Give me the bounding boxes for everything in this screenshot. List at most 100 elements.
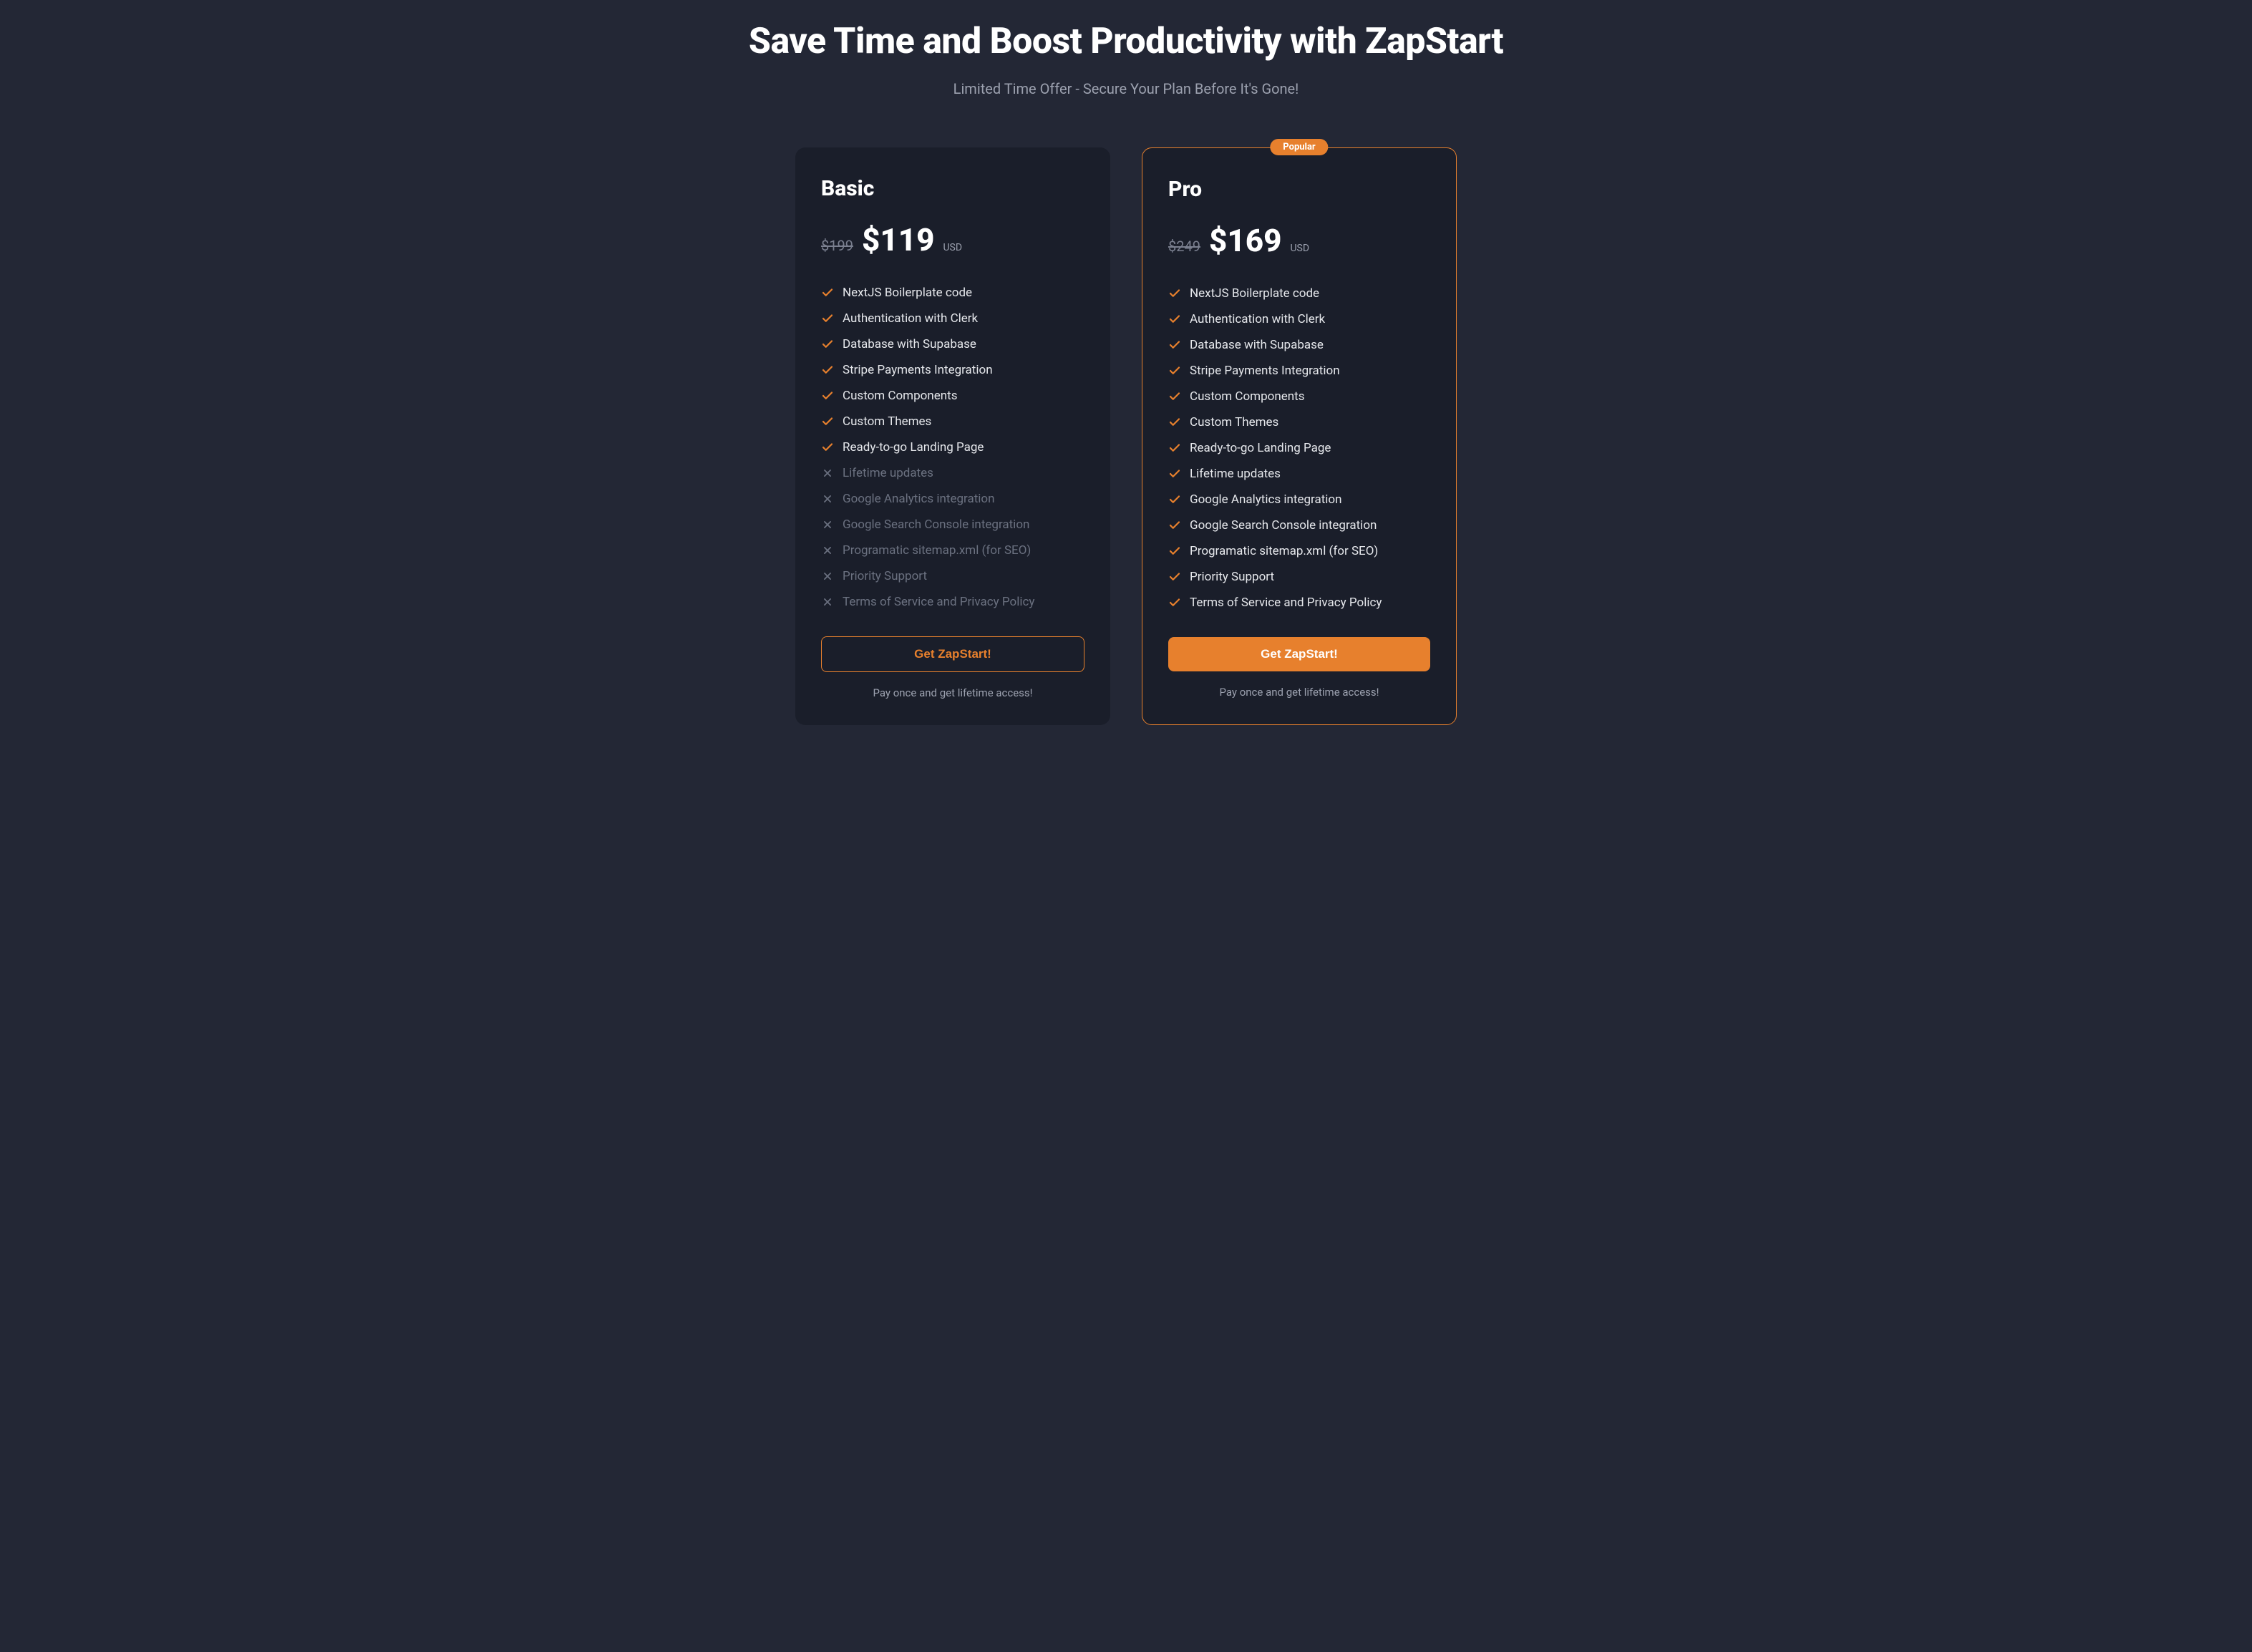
feature-item: Authentication with Clerk xyxy=(821,306,1084,331)
feature-item: Google Analytics integration xyxy=(1168,487,1430,512)
feature-item: Priority Support xyxy=(821,563,1084,589)
feature-item: Database with Supabase xyxy=(1168,332,1430,358)
feature-label: Authentication with Clerk xyxy=(843,311,978,326)
check-icon xyxy=(1168,390,1181,403)
feature-label: Authentication with Clerk xyxy=(1190,312,1325,326)
check-icon xyxy=(821,286,834,299)
x-icon xyxy=(821,596,834,608)
feature-item: Custom Themes xyxy=(821,409,1084,434)
feature-label: Priority Support xyxy=(843,569,927,583)
check-icon xyxy=(1168,364,1181,377)
old-price: $199 xyxy=(821,237,853,254)
old-price: $249 xyxy=(1168,238,1200,255)
feature-item: Terms of Service and Privacy Policy xyxy=(821,589,1084,615)
check-icon xyxy=(1168,570,1181,583)
check-icon xyxy=(1168,416,1181,429)
feature-item: Terms of Service and Privacy Policy xyxy=(1168,590,1430,616)
feature-item: Programatic sitemap.xml (for SEO) xyxy=(1168,538,1430,564)
feature-label: Stripe Payments Integration xyxy=(843,363,993,377)
check-icon xyxy=(821,389,834,402)
price-row: $199 $119 USD xyxy=(821,221,1084,258)
feature-label: Google Analytics integration xyxy=(1190,492,1341,507)
plan-name: Pro xyxy=(1168,177,1430,202)
feature-list: NextJS Boilerplate code Authentication wi… xyxy=(1168,281,1430,616)
feature-item: Google Analytics integration xyxy=(821,486,1084,512)
feature-item: Google Search Console integration xyxy=(1168,512,1430,538)
currency-label: USD xyxy=(943,242,962,253)
feature-item: Programatic sitemap.xml (for SEO) xyxy=(821,538,1084,563)
price: $119 xyxy=(862,221,935,258)
feature-label: Lifetime updates xyxy=(1190,467,1281,481)
feature-item: NextJS Boilerplate code xyxy=(821,280,1084,306)
currency-label: USD xyxy=(1290,243,1309,254)
feature-label: NextJS Boilerplate code xyxy=(1190,286,1319,301)
feature-item: Stripe Payments Integration xyxy=(821,357,1084,383)
feature-item: Custom Themes xyxy=(1168,409,1430,435)
feature-item: Ready-to-go Landing Page xyxy=(821,434,1084,460)
check-icon xyxy=(821,364,834,376)
feature-label: Priority Support xyxy=(1190,570,1274,584)
feature-item: Ready-to-go Landing Page xyxy=(1168,435,1430,461)
pricing-card-basic: Basic $199 $119 USD NextJS Boilerplate code A… xyxy=(795,147,1110,725)
feature-label: Lifetime updates xyxy=(843,466,933,480)
feature-label: Custom Themes xyxy=(1190,415,1278,429)
feature-label: Terms of Service and Privacy Policy xyxy=(1190,596,1382,610)
check-icon xyxy=(1168,313,1181,326)
subheadline: Limited Time Offer - Secure Your Plan Be… xyxy=(732,80,1520,97)
feature-item: Database with Supabase xyxy=(821,331,1084,357)
check-icon xyxy=(821,312,834,325)
feature-label: Ready-to-go Landing Page xyxy=(1190,441,1331,455)
check-icon xyxy=(821,338,834,351)
feature-item: Custom Components xyxy=(821,383,1084,409)
x-icon xyxy=(821,518,834,531)
pricing-cards: Basic $199 $119 USD NextJS Boilerplate code A… xyxy=(732,147,1520,725)
check-icon xyxy=(1168,545,1181,558)
feature-label: Programatic sitemap.xml (for SEO) xyxy=(1190,544,1378,558)
x-icon xyxy=(821,467,834,480)
check-icon xyxy=(1168,596,1181,609)
feature-item: Lifetime updates xyxy=(821,460,1084,486)
feature-item: Lifetime updates xyxy=(1168,461,1430,487)
check-icon xyxy=(821,415,834,428)
price-row: $249 $169 USD xyxy=(1168,222,1430,259)
check-icon xyxy=(821,441,834,454)
plan-name: Basic xyxy=(821,176,1084,201)
feature-label: Database with Supabase xyxy=(843,337,976,351)
feature-label: Database with Supabase xyxy=(1190,338,1324,352)
x-icon xyxy=(821,492,834,505)
feature-label: Custom Components xyxy=(843,389,957,403)
feature-label: Stripe Payments Integration xyxy=(1190,364,1340,378)
feature-label: Google Search Console integration xyxy=(1190,518,1377,533)
check-icon xyxy=(1168,339,1181,351)
get-zapstart-button[interactable]: Get ZapStart! xyxy=(821,636,1084,672)
feature-label: Custom Themes xyxy=(843,414,931,429)
get-zapstart-button[interactable]: Get ZapStart! xyxy=(1168,637,1430,671)
feature-list: NextJS Boilerplate code Authentication wi… xyxy=(821,280,1084,615)
check-icon xyxy=(1168,493,1181,506)
check-icon xyxy=(1168,442,1181,455)
popular-badge: Popular xyxy=(1270,139,1328,155)
feature-label: Google Analytics integration xyxy=(843,492,994,506)
feature-label: Programatic sitemap.xml (for SEO) xyxy=(843,543,1031,558)
feature-label: Terms of Service and Privacy Policy xyxy=(843,595,1034,609)
feature-item: Authentication with Clerk xyxy=(1168,306,1430,332)
price: $169 xyxy=(1209,222,1282,259)
footnote: Pay once and get lifetime access! xyxy=(1168,686,1430,699)
check-icon xyxy=(1168,467,1181,480)
check-icon xyxy=(1168,519,1181,532)
feature-item: Custom Components xyxy=(1168,384,1430,409)
feature-label: Google Search Console integration xyxy=(843,518,1029,532)
feature-item: NextJS Boilerplate code xyxy=(1168,281,1430,306)
footnote: Pay once and get lifetime access! xyxy=(821,686,1084,699)
check-icon xyxy=(1168,287,1181,300)
x-icon xyxy=(821,544,834,557)
feature-label: NextJS Boilerplate code xyxy=(843,286,972,300)
headline: Save Time and Boost Productivity with Za… xyxy=(732,21,1520,63)
feature-label: Ready-to-go Landing Page xyxy=(843,440,984,455)
feature-item: Google Search Console integration xyxy=(821,512,1084,538)
x-icon xyxy=(821,570,834,583)
feature-item: Priority Support xyxy=(1168,564,1430,590)
pricing-card-pro: PopularPro$249$169USDNextJS Boilerplate … xyxy=(1142,147,1457,725)
feature-label: Custom Components xyxy=(1190,389,1304,404)
feature-item: Stripe Payments Integration xyxy=(1168,358,1430,384)
